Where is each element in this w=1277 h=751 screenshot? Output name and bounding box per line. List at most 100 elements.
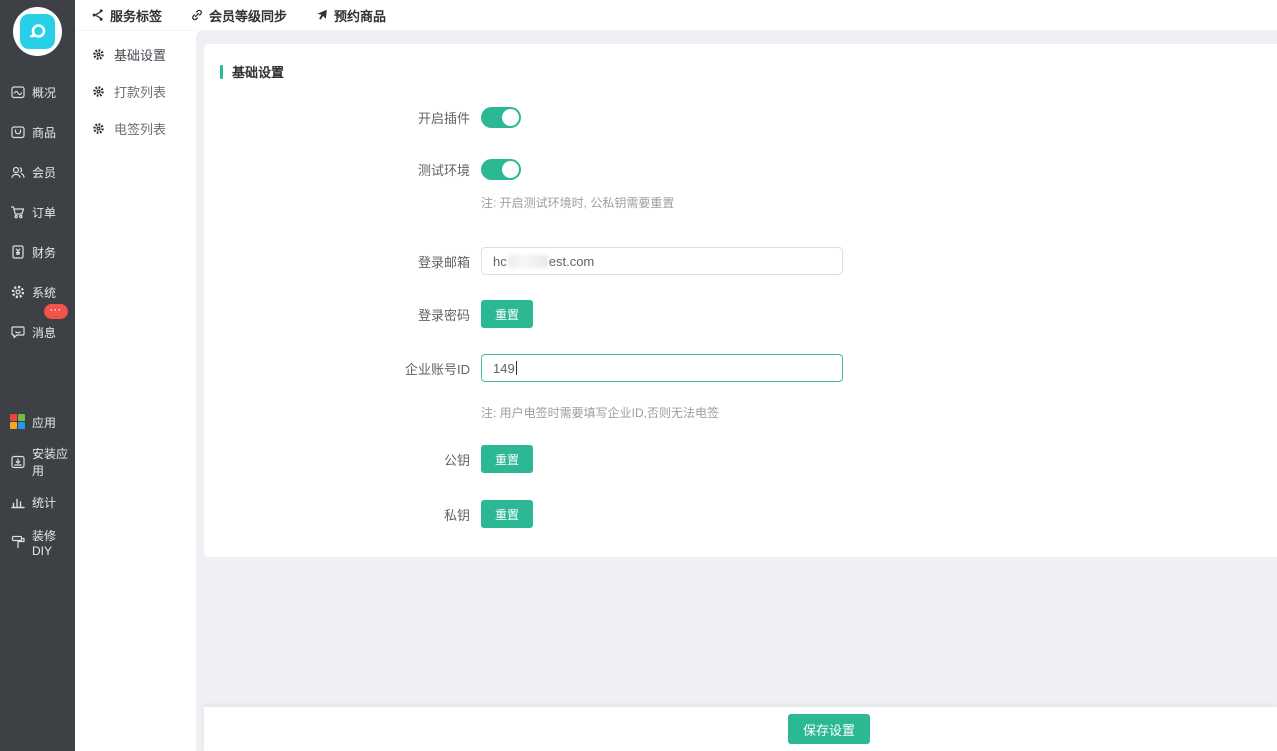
- main-sidebar: 概况 商品 会员 订单: [0, 0, 75, 751]
- body-row: 基础设置 打款列表 电签列表: [75, 30, 1277, 751]
- sidebar-item-label: 商品: [32, 124, 56, 141]
- subsidebar-item-basic-settings[interactable]: 基础设置: [75, 44, 196, 64]
- accent-bar: [220, 65, 223, 79]
- goods-icon: [10, 124, 26, 140]
- tab-service-tags[interactable]: 服务标签: [91, 6, 162, 25]
- form-row-test-env: 测试环境: [220, 159, 1261, 180]
- settings-card: 基础设置 开启插件 测试环境: [204, 44, 1277, 557]
- sidebar-item-label: 安装应用: [32, 445, 75, 479]
- tab-reserve-goods[interactable]: 预约商品: [315, 6, 386, 25]
- login-password-reset-button[interactable]: 重置: [481, 300, 533, 328]
- form-row-public-key: 公钥 重置: [220, 445, 1261, 473]
- email-visible-suffix: est.com: [549, 254, 595, 269]
- sidebar-item-label: 财务: [32, 244, 56, 261]
- share-icon: [91, 8, 105, 22]
- paint-roller-icon: [10, 534, 26, 550]
- sidebar-item-label: 应用: [32, 414, 56, 431]
- toggle-knob: [502, 161, 519, 178]
- orders-icon: [10, 204, 26, 220]
- sidebar-item-label: 会员: [32, 164, 56, 181]
- test-env-toggle[interactable]: [481, 159, 521, 180]
- system-gear-icon: [10, 284, 26, 300]
- sidebar-item-messages[interactable]: 消息 ···: [0, 312, 75, 352]
- subsidebar-item-label: 电签列表: [114, 119, 166, 138]
- plugin-toggle[interactable]: [481, 107, 521, 128]
- subsidebar-item-label: 基础设置: [114, 45, 166, 64]
- form-row-login-password: 登录密码 重置: [220, 300, 1261, 328]
- app-logo[interactable]: [0, 0, 75, 62]
- public-key-reset-button[interactable]: 重置: [481, 445, 533, 473]
- sidebar-nav: 概况 商品 会员 订单: [0, 62, 75, 562]
- subsidebar-item-label: 打款列表: [114, 82, 166, 101]
- link-icon: [190, 8, 204, 22]
- sidebar-item-decorate-diy[interactable]: 装修DIY: [0, 522, 75, 562]
- sidebar-item-label: 系统: [32, 284, 56, 301]
- messages-icon: [10, 324, 26, 340]
- subsidebar-item-esign-list[interactable]: 电签列表: [75, 118, 196, 138]
- tab-member-level-sync[interactable]: 会员等级同步: [190, 6, 287, 25]
- login-email-input[interactable]: hc est.com: [481, 247, 843, 275]
- email-redacted-segment: [508, 255, 548, 268]
- text-caret: [516, 361, 517, 375]
- company-id-value: 149: [493, 361, 515, 376]
- app-window: 概况 商品 会员 订单: [0, 0, 1277, 751]
- secondary-sidebar: 基础设置 打款列表 电签列表: [75, 30, 196, 751]
- footer-bar: 保存设置: [204, 707, 1277, 751]
- company-id-label: 企业账号ID: [220, 359, 470, 378]
- sidebar-item-label: 消息: [32, 324, 56, 341]
- test-env-note: 注: 开启测试环境时, 公私钥需要重置: [481, 194, 674, 211]
- messages-badge: ···: [44, 304, 68, 319]
- company-id-note-row: 注: 用户电签时需要填写企业ID,否则无法电签: [220, 404, 1261, 421]
- form-row-company-id: 企业账号ID 149: [220, 354, 1261, 382]
- sidebar-item-overview[interactable]: 概况: [0, 72, 75, 112]
- sidebar-item-label: 订单: [32, 204, 56, 221]
- overview-icon: [10, 84, 26, 100]
- login-email-label: 登录邮箱: [220, 252, 470, 271]
- form-row-private-key: 私钥 重置: [220, 500, 1261, 528]
- content-gap: [204, 557, 1277, 707]
- form-row-plugin: 开启插件: [220, 107, 1261, 128]
- cursor-icon: [315, 8, 329, 22]
- company-id-input[interactable]: 149: [481, 354, 843, 382]
- save-settings-button[interactable]: 保存设置: [788, 714, 870, 744]
- content-area: 基础设置 开启插件 测试环境: [196, 30, 1277, 751]
- sidebar-item-apps[interactable]: 应用: [0, 402, 75, 442]
- gear-icon: [92, 85, 105, 98]
- section-header: 基础设置: [220, 62, 1261, 81]
- subsidebar-item-payment-list[interactable]: 打款列表: [75, 81, 196, 101]
- sidebar-item-label: 统计: [32, 494, 56, 511]
- stats-icon: [10, 494, 26, 510]
- section-title: 基础设置: [232, 62, 284, 81]
- install-app-icon: [10, 454, 26, 470]
- sidebar-item-stats[interactable]: 统计: [0, 482, 75, 522]
- sidebar-item-finance[interactable]: 财务: [0, 232, 75, 272]
- logo-icon: [20, 14, 55, 49]
- tab-label: 会员等级同步: [209, 6, 287, 25]
- toggle-knob: [502, 109, 519, 126]
- plugin-label: 开启插件: [220, 108, 470, 127]
- sidebar-item-goods[interactable]: 商品: [0, 112, 75, 152]
- test-env-label: 测试环境: [220, 160, 470, 179]
- email-visible-prefix: hc: [493, 254, 507, 269]
- logo-circle: [13, 7, 62, 56]
- right-column: 服务标签 会员等级同步 预约商品: [75, 0, 1277, 751]
- form-row-login-email: 登录邮箱 hc est.com: [220, 247, 1261, 275]
- members-icon: [10, 164, 26, 180]
- sidebar-item-label: 概况: [32, 84, 56, 101]
- public-key-label: 公钥: [220, 450, 470, 469]
- tab-label: 预约商品: [334, 6, 386, 25]
- private-key-label: 私钥: [220, 505, 470, 524]
- login-password-label: 登录密码: [220, 305, 470, 324]
- sidebar-item-install-app[interactable]: 安装应用: [0, 442, 75, 482]
- sidebar-item-orders[interactable]: 订单: [0, 192, 75, 232]
- finance-icon: [10, 244, 26, 260]
- company-id-note: 注: 用户电签时需要填写企业ID,否则无法电签: [481, 404, 719, 421]
- private-key-reset-button[interactable]: 重置: [481, 500, 533, 528]
- sidebar-item-members[interactable]: 会员: [0, 152, 75, 192]
- apps-icon: [10, 414, 26, 430]
- gear-icon: [92, 122, 105, 135]
- tab-label: 服务标签: [110, 6, 162, 25]
- topbar: 服务标签 会员等级同步 预约商品: [75, 0, 1277, 30]
- sidebar-item-label: 装修DIY: [32, 527, 75, 558]
- test-env-note-row: 注: 开启测试环境时, 公私钥需要重置: [220, 194, 1261, 211]
